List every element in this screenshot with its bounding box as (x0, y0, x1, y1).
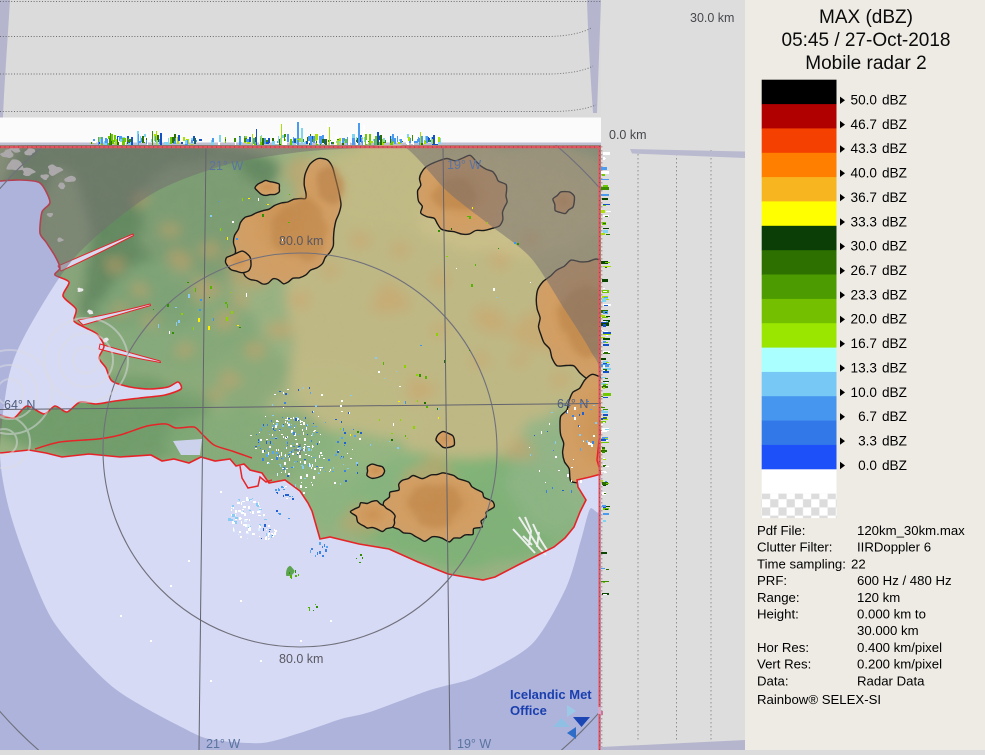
svg-text:Time sampling:: Time sampling: (757, 556, 846, 571)
svg-text:33.3: 33.3 (851, 214, 877, 229)
svg-text:19° W: 19° W (447, 158, 481, 172)
svg-text:dBZ: dBZ (882, 336, 907, 351)
svg-text:dBZ: dBZ (882, 117, 907, 132)
svg-text:dBZ: dBZ (882, 93, 907, 108)
svg-text:Radar Data: Radar Data (857, 673, 925, 688)
svg-text:80.0 km: 80.0 km (279, 234, 323, 248)
svg-text:120km_30km.max: 120km_30km.max (857, 523, 965, 538)
svg-text:36.7: 36.7 (851, 190, 877, 205)
svg-text:26.7: 26.7 (851, 263, 877, 278)
svg-text:6.7: 6.7 (858, 409, 877, 424)
svg-text:dBZ: dBZ (882, 214, 907, 229)
svg-text:PRF:: PRF: (757, 573, 787, 588)
svg-text:05:45 / 27-Oct-2018: 05:45 / 27-Oct-2018 (782, 30, 951, 51)
svg-text:40.0: 40.0 (851, 166, 878, 181)
svg-text:dBZ: dBZ (882, 190, 907, 205)
svg-text:30.0 km: 30.0 km (690, 11, 734, 25)
svg-text:120 km: 120 km (857, 590, 900, 605)
svg-text:dBZ: dBZ (882, 312, 907, 327)
svg-text:dBZ: dBZ (882, 360, 907, 375)
svg-text:Hor Res:: Hor Res: (757, 640, 809, 655)
svg-text:Office: Office (510, 703, 547, 718)
svg-text:Data:: Data: (757, 673, 789, 688)
svg-text:43.3: 43.3 (851, 141, 877, 156)
svg-text:3.3: 3.3 (858, 433, 877, 448)
svg-text:13.3: 13.3 (851, 360, 877, 375)
svg-text:19° W: 19° W (457, 737, 491, 750)
svg-text:Vert Res:: Vert Res: (757, 657, 811, 672)
svg-text:dBZ: dBZ (882, 458, 907, 473)
svg-text:22: 22 (851, 556, 866, 571)
svg-text:Range:: Range: (757, 590, 800, 605)
svg-text:Clutter Filter:: Clutter Filter: (757, 540, 832, 555)
svg-text:dBZ: dBZ (882, 239, 907, 254)
svg-text:Pdf File:: Pdf File: (757, 523, 805, 538)
svg-text:dBZ: dBZ (882, 263, 907, 278)
svg-text:0.000 km to: 0.000 km to (857, 607, 926, 622)
svg-text:dBZ: dBZ (882, 166, 907, 181)
svg-text:80.0 km: 80.0 km (279, 652, 323, 666)
svg-text:dBZ: dBZ (882, 433, 907, 448)
svg-text:Icelandic Met: Icelandic Met (510, 687, 592, 702)
svg-text:Mobile radar 2: Mobile radar 2 (805, 53, 926, 74)
svg-text:16.7: 16.7 (851, 336, 877, 351)
svg-text:600 Hz / 480 Hz: 600 Hz / 480 Hz (857, 573, 952, 588)
svg-text:23.3: 23.3 (851, 287, 877, 302)
svg-text:0.400 km/pixel: 0.400 km/pixel (857, 640, 942, 655)
svg-text:dBZ: dBZ (882, 385, 907, 400)
svg-text:MAX (dBZ): MAX (dBZ) (819, 7, 913, 28)
svg-text:64° N: 64° N (557, 397, 588, 411)
svg-text:20.0: 20.0 (851, 312, 878, 327)
svg-text:10.0: 10.0 (851, 385, 878, 400)
svg-text:46.7: 46.7 (851, 117, 877, 132)
svg-text:50.0: 50.0 (851, 93, 878, 108)
svg-text:30.000 km: 30.000 km (857, 623, 919, 638)
svg-text:0.0: 0.0 (858, 458, 877, 473)
svg-text:0.200 km/pixel: 0.200 km/pixel (857, 657, 942, 672)
svg-text:IIRDoppler 6: IIRDoppler 6 (857, 540, 931, 555)
svg-text:dBZ: dBZ (882, 287, 907, 302)
svg-text:Height:: Height: (757, 607, 799, 622)
svg-text:dBZ: dBZ (882, 409, 907, 424)
svg-text:dBZ: dBZ (882, 141, 907, 156)
svg-text:Rainbow® SELEX-SI: Rainbow® SELEX-SI (757, 692, 881, 707)
svg-text:21° W: 21° W (209, 159, 243, 173)
svg-text:64° N: 64° N (4, 398, 35, 412)
svg-text:21° W: 21° W (206, 737, 240, 750)
svg-text:0.0 km: 0.0 km (609, 128, 647, 142)
svg-text:30.0: 30.0 (851, 239, 878, 254)
